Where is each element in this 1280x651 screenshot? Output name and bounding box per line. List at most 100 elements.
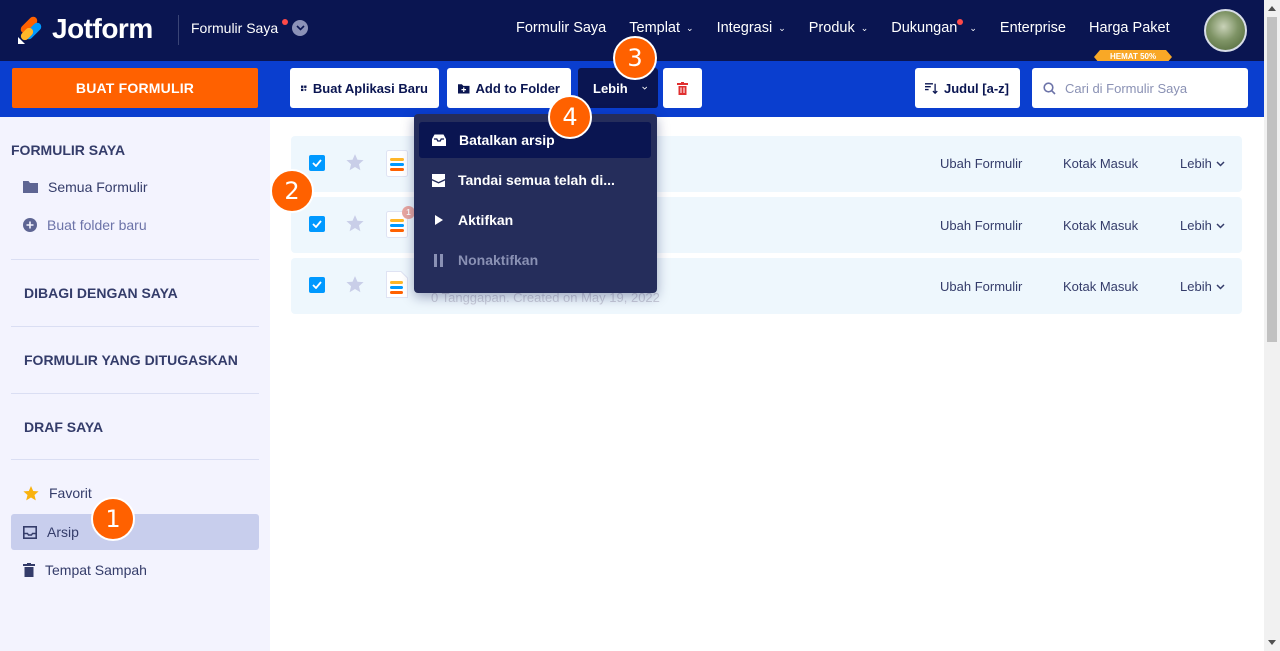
check-icon	[312, 281, 322, 289]
nav-templat[interactable]: Templat ⌄	[629, 20, 693, 36]
check-icon	[312, 159, 322, 167]
form-checkbox[interactable]	[309, 155, 325, 171]
sidebar-divider	[11, 459, 259, 460]
star-outline-icon[interactable]	[346, 215, 364, 232]
nav-label: Harga Paket	[1089, 20, 1170, 36]
chevron-down-icon	[641, 86, 647, 90]
menu-item-label: Batalkan arsip	[459, 132, 555, 148]
archive-icon	[23, 525, 37, 539]
main-nav: Formulir Saya Templat ⌄ Integrasi ⌄ Produk…	[516, 19, 1193, 36]
nav-produk[interactable]: Produk ⌄	[809, 20, 869, 36]
nav-formulir-saya[interactable]: Formulir Saya	[516, 20, 606, 36]
scroll-down-arrow-icon[interactable]	[1268, 640, 1276, 645]
edit-form-link[interactable]: Ubah Formulir	[940, 279, 1022, 294]
nav-integrasi[interactable]: Integrasi ⌄	[717, 20, 786, 36]
form-checkbox[interactable]	[309, 277, 325, 293]
sidebar-item-archive[interactable]: Arsip	[11, 514, 259, 550]
plus-circle-icon	[23, 218, 37, 232]
search-input[interactable]	[1065, 80, 1235, 96]
sidebar-item-favorites[interactable]: Favorit	[11, 475, 259, 511]
sidebar-item-trash[interactable]: Tempat Sampah	[11, 552, 259, 588]
step-badge-4: 4	[548, 95, 592, 139]
chevron-down-icon	[1216, 160, 1225, 167]
jotform-logo[interactable]: Jotform	[16, 13, 153, 45]
sidebar-heading-assigned[interactable]: FORMULIR YANG DITUGASKAN	[24, 352, 238, 368]
sidebar-item-all-forms[interactable]: Semua Formulir	[11, 169, 259, 205]
edit-form-link[interactable]: Ubah Formulir	[940, 218, 1022, 233]
trash-icon	[23, 563, 35, 577]
menu-item-mark-all-read[interactable]: Tandai semua telah di...	[419, 162, 651, 198]
nav-harga-paket[interactable]: Harga Paket	[1089, 20, 1170, 36]
user-avatar[interactable]	[1204, 9, 1247, 52]
row-more-label: Lebih	[1180, 218, 1212, 233]
form-icon	[386, 150, 408, 177]
jotform-logo-icon	[18, 16, 42, 44]
sidebar-divider	[11, 326, 259, 327]
sort-button[interactable]: Judul [a-z]	[915, 68, 1020, 108]
sidebar-heading-my-forms[interactable]: FORMULIR SAYA	[11, 142, 125, 158]
sidebar-divider	[11, 393, 259, 394]
scroll-thumb[interactable]	[1267, 17, 1277, 342]
search-box	[1032, 68, 1248, 108]
row-more-button[interactable]: Lebih	[1180, 156, 1225, 171]
add-app-icon	[301, 85, 307, 91]
add-to-folder-label: Add to Folder	[475, 80, 561, 96]
sidebar-item-new-folder[interactable]: Buat folder baru	[11, 207, 259, 243]
sort-label: Judul [a-z]	[944, 80, 1009, 96]
step-badge-1: 1	[91, 497, 135, 541]
more-actions-dropdown: Batalkan arsip Tandai semua telah di... …	[414, 114, 657, 293]
chevron-down-icon	[292, 20, 309, 36]
sidebar-heading-shared[interactable]: DIBAGI DENGAN SAYA	[24, 285, 178, 301]
menu-item-label: Tandai semua telah di...	[458, 172, 615, 188]
nav-enterprise[interactable]: Enterprise	[1000, 20, 1066, 36]
nav-dukungan[interactable]: Dukungan ⌄	[891, 19, 977, 36]
form-checkbox[interactable]	[309, 216, 325, 232]
menu-item-unarchive[interactable]: Batalkan arsip	[419, 122, 651, 158]
sidebar-divider	[11, 259, 259, 260]
star-outline-icon[interactable]	[346, 154, 364, 171]
inbox-link[interactable]: Kotak Masuk	[1063, 279, 1138, 294]
chevron-down-icon: ⌄	[778, 22, 786, 33]
row-more-button[interactable]: Lebih	[1180, 218, 1225, 233]
pause-icon	[434, 253, 443, 267]
menu-item-deactivate: Nonaktifkan	[419, 242, 651, 278]
folder-icon	[23, 181, 38, 193]
notification-dot	[957, 19, 964, 25]
play-icon	[435, 215, 443, 225]
row-more-button[interactable]: Lebih	[1180, 279, 1225, 294]
new-app-button[interactable]: Buat Aplikasi Baru	[290, 68, 439, 108]
star-outline-icon[interactable]	[346, 276, 364, 293]
forms-switcher[interactable]: Formulir Saya	[191, 19, 309, 36]
unarchive-icon	[432, 134, 446, 146]
star-icon	[23, 485, 39, 500]
nav-label: Dukungan	[891, 20, 958, 36]
sidebar-item-label: Buat folder baru	[47, 217, 147, 233]
chevron-down-icon	[1216, 222, 1225, 229]
form-icon	[386, 271, 408, 298]
menu-item-activate[interactable]: Aktifkan	[419, 202, 651, 238]
nav-label: Produk	[808, 20, 855, 36]
chevron-down-icon: ⌄	[860, 22, 869, 33]
notification-dot	[282, 19, 289, 25]
new-app-label: Buat Aplikasi Baru	[312, 80, 428, 96]
nav-divider	[178, 15, 179, 45]
scroll-up-arrow-icon[interactable]	[1268, 6, 1276, 11]
sidebar-item-label: Favorit	[49, 485, 92, 501]
sidebar-heading-drafts[interactable]: DRAF SAYA	[24, 419, 103, 435]
nav-label: Formulir Saya	[516, 20, 607, 36]
inbox-link[interactable]: Kotak Masuk	[1063, 218, 1138, 233]
sidebar-item-label: Arsip	[47, 524, 79, 540]
nav-label: Integrasi	[716, 20, 773, 36]
menu-item-label: Aktifkan	[458, 212, 514, 228]
delete-button[interactable]	[663, 68, 702, 108]
edit-form-link[interactable]: Ubah Formulir	[940, 156, 1022, 171]
sidebar-item-label: Tempat Sampah	[45, 562, 147, 578]
page-scrollbar[interactable]	[1264, 0, 1280, 651]
check-icon	[312, 220, 322, 228]
mark-read-icon	[432, 173, 445, 187]
folder-add-icon	[458, 83, 470, 93]
chevron-down-icon	[1216, 283, 1225, 290]
create-form-button[interactable]: BUAT FORMULIR	[12, 68, 258, 108]
inbox-link[interactable]: Kotak Masuk	[1063, 156, 1138, 171]
more-actions-label: Lebih	[593, 80, 628, 96]
